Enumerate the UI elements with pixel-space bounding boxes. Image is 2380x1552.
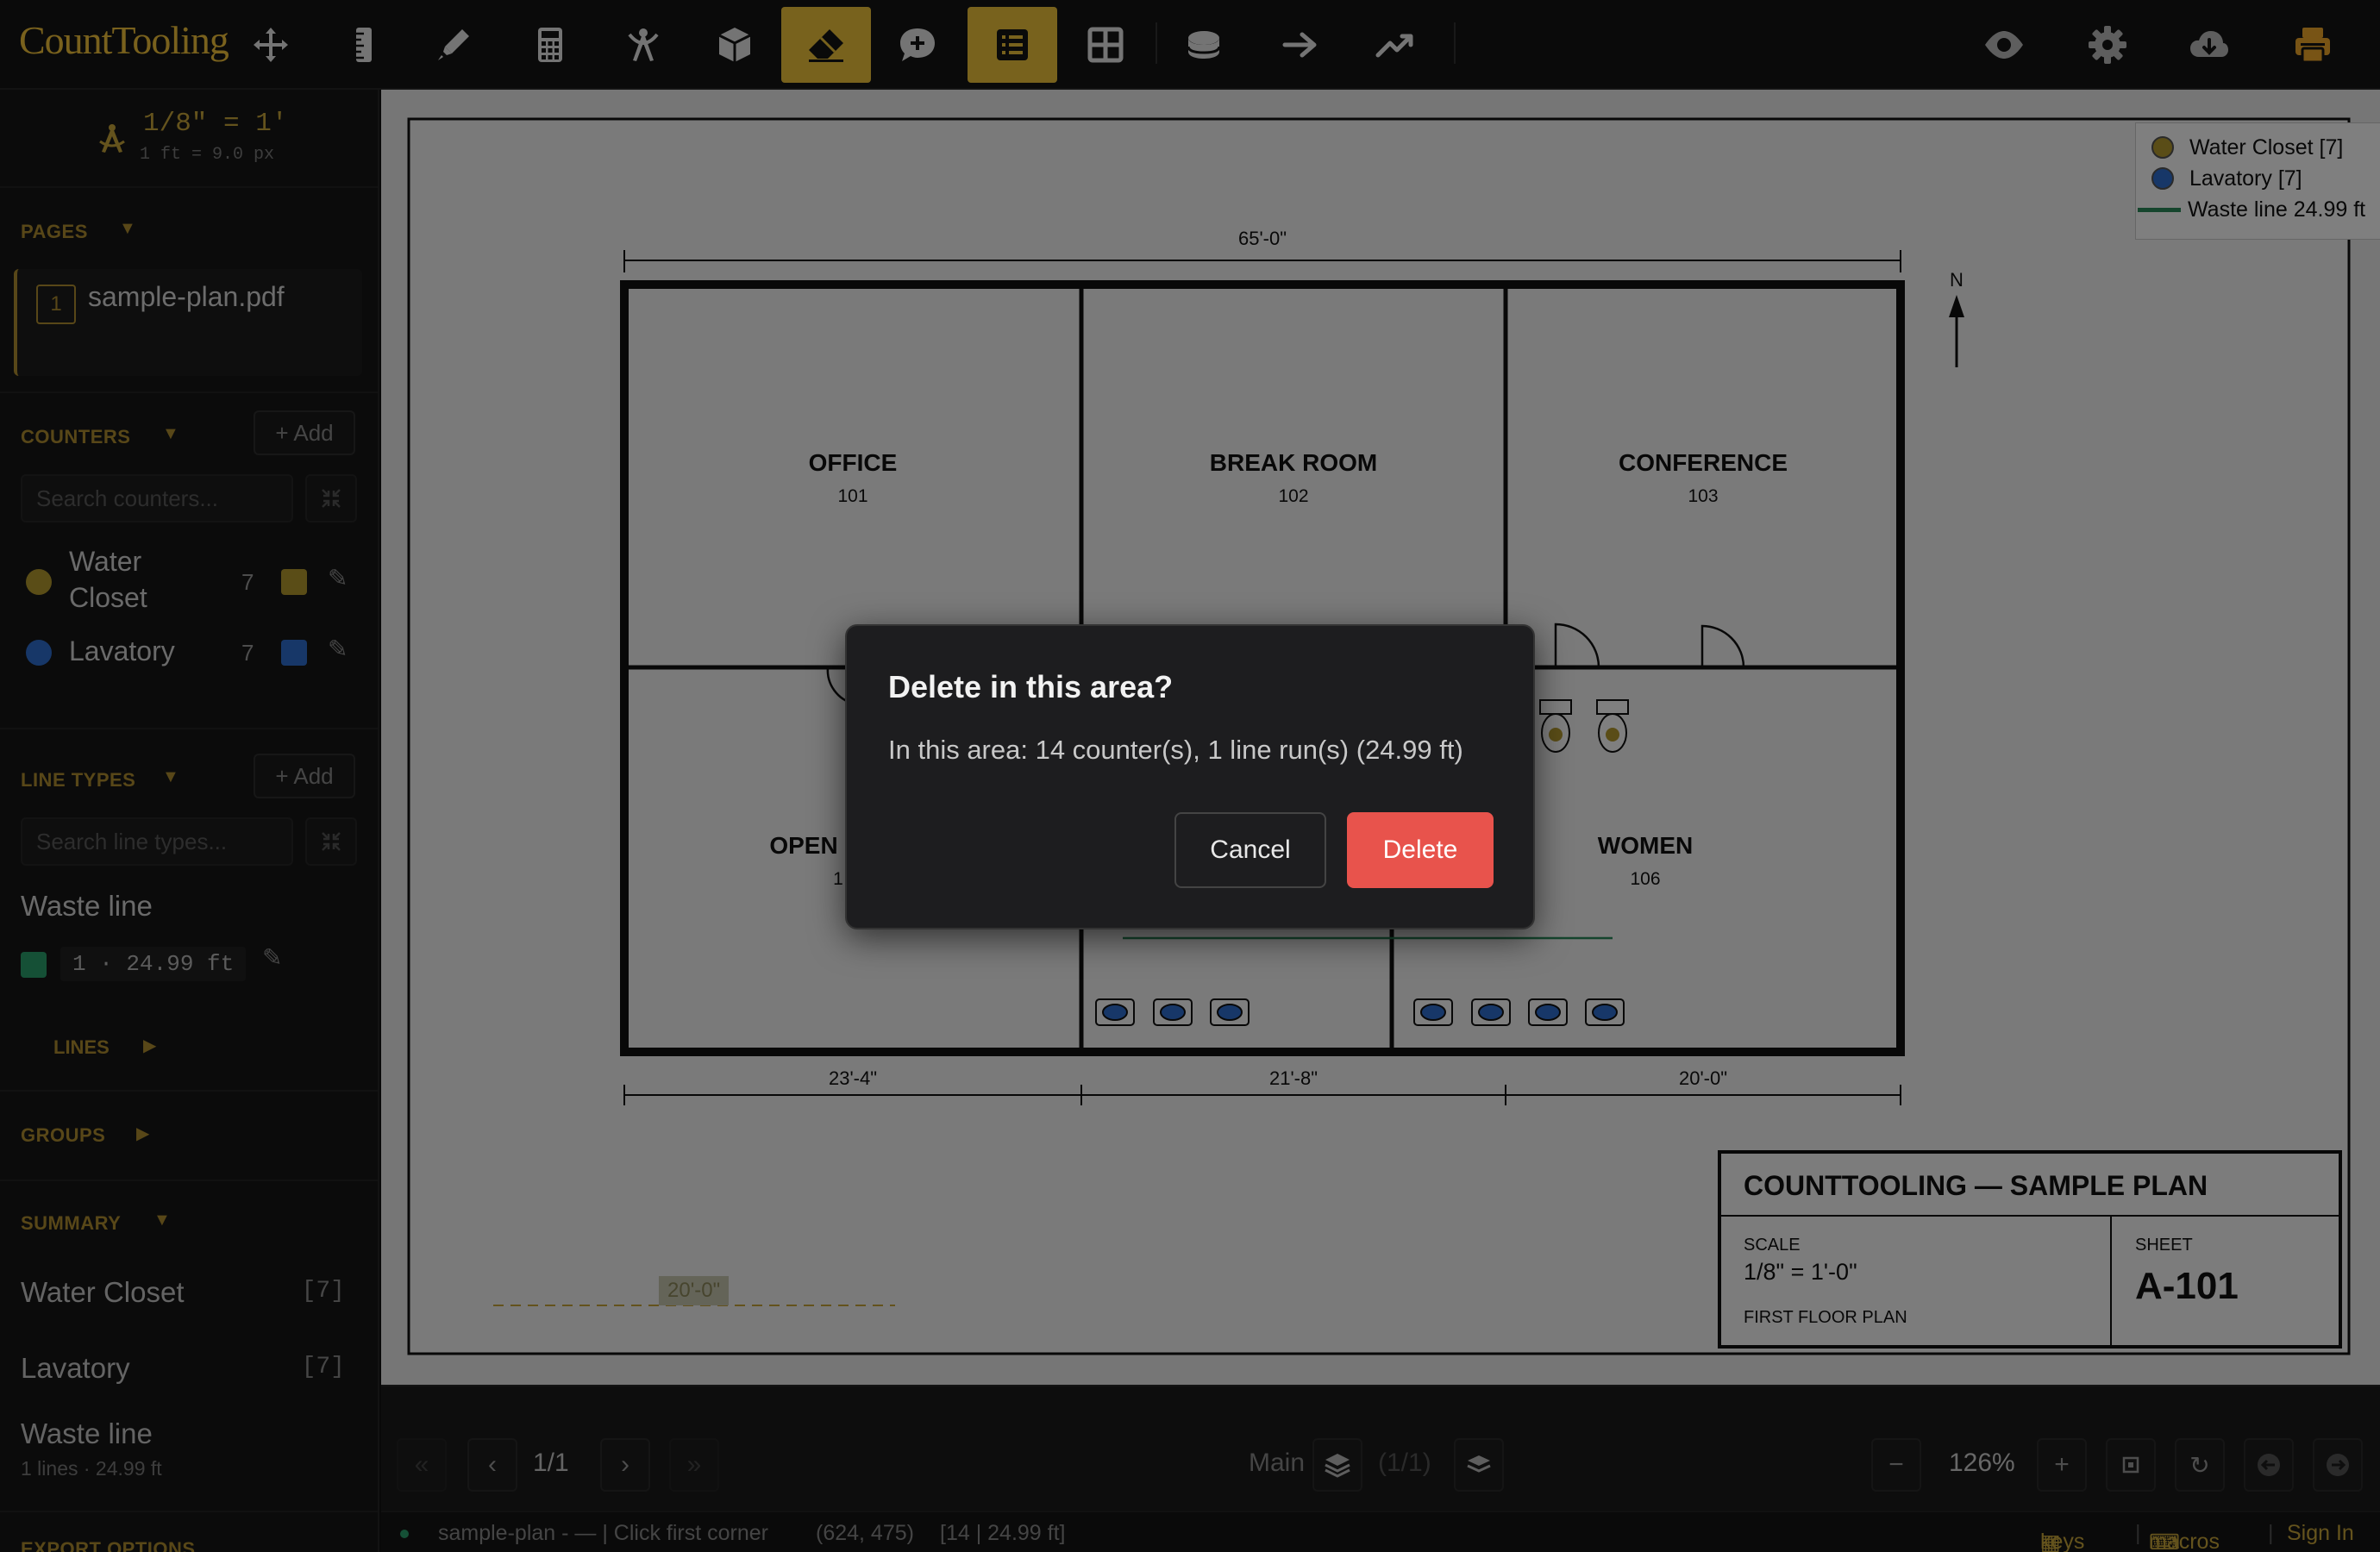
dialog-message: In this area: 14 counter(s), 1 line run(… <box>888 735 1463 765</box>
delete-button[interactable]: Delete <box>1347 812 1494 888</box>
delete-area-dialog: Delete in this area? In this area: 14 co… <box>845 624 1535 929</box>
dialog-title: Delete in this area? <box>888 669 1174 704</box>
cancel-button[interactable]: Cancel <box>1174 812 1326 888</box>
